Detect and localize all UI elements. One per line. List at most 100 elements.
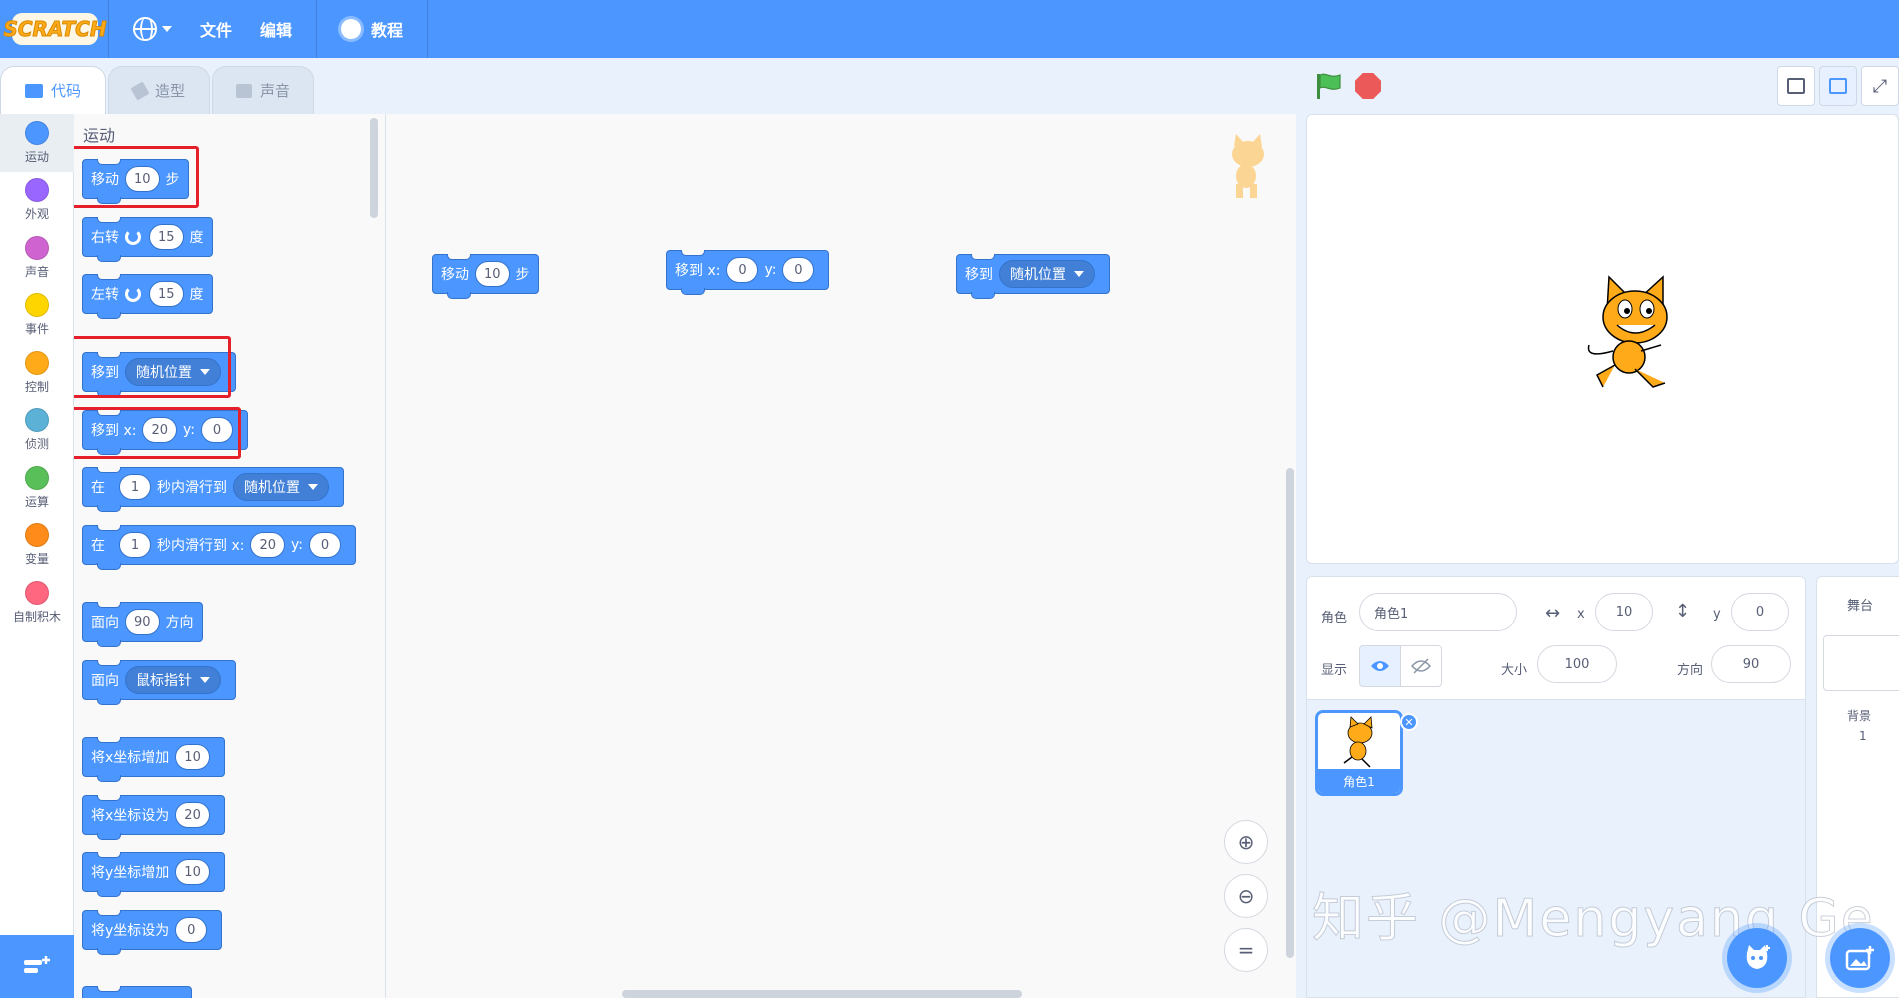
category-looks[interactable]: 外观	[0, 172, 74, 230]
category-sensing[interactable]: 侦测	[0, 402, 74, 460]
block-number-input[interactable]: 15	[149, 281, 184, 307]
tab-sounds[interactable]: 声音	[212, 66, 314, 114]
block-number-input[interactable]: 1	[119, 532, 151, 558]
horizontal-arrows-icon: ↔	[1545, 603, 1561, 624]
block-dropdown[interactable]: 随机位置	[999, 260, 1095, 288]
control-dot-icon	[25, 350, 49, 375]
block-text: 秒内滑行到 x:	[157, 538, 245, 554]
block-number-input[interactable]: 0	[782, 257, 815, 283]
image-add-icon	[1845, 946, 1874, 971]
category-label: 变量	[24, 552, 49, 567]
zoom-reset-button[interactable]: =	[1224, 928, 1268, 972]
small-stage-button[interactable]	[1777, 66, 1815, 106]
block-number-input[interactable]: 10	[175, 744, 210, 770]
block-text: 右转	[91, 230, 119, 246]
choose-sprite-button[interactable]	[1727, 928, 1787, 988]
workspace-block-go-to-xy[interactable]: 移到 x: 0 y: 0	[666, 250, 830, 295]
category-operators[interactable]: 运算	[0, 459, 74, 517]
block-number-input[interactable]: 0	[175, 917, 208, 943]
block-glide-to[interactable]: 在 1 秒内滑行到 随机位置	[82, 467, 344, 512]
menu-bar: SCRATCH 文件 编辑 教程	[0, 0, 1899, 58]
direction-input[interactable]: 90	[1711, 645, 1791, 683]
delete-sprite-button[interactable]: ✕	[1400, 713, 1418, 731]
hide-sprite-button[interactable]	[1400, 645, 1442, 687]
block-number-input[interactable]: 10	[475, 261, 510, 287]
block-set-y[interactable]: 将y坐标设为 0	[82, 910, 223, 955]
category-my-blocks[interactable]: 自制积木	[0, 574, 74, 632]
block-set-x[interactable]: 将x坐标设为 20	[82, 795, 225, 840]
sprite-name-input[interactable]: 角色1	[1359, 593, 1517, 631]
add-extension-button[interactable]	[0, 935, 74, 998]
category-events[interactable]: 事件	[0, 287, 74, 345]
choose-backdrop-button[interactable]	[1830, 928, 1890, 988]
language-menu[interactable]	[119, 0, 186, 58]
normal-stage-button[interactable]	[1819, 66, 1857, 106]
block-dropdown[interactable]: 随机位置	[233, 473, 329, 501]
green-flag-icon[interactable]	[1314, 72, 1342, 100]
category-label: 声音	[24, 264, 49, 279]
block-number-input[interactable]: 1	[119, 474, 151, 500]
block-palette: 运动 移动 10 步 右转 15 度 左转 15 度 移到 随机位置 移到 x:…	[74, 114, 386, 998]
tab-costumes[interactable]: 造型	[108, 66, 210, 114]
block-turn-right[interactable]: 右转 15 度	[82, 217, 213, 262]
show-sprite-button[interactable]	[1359, 645, 1401, 687]
small-stage-icon	[1787, 78, 1805, 94]
block-text: 将y坐标设为	[91, 923, 170, 939]
zoom-out-button[interactable]: ⊖	[1224, 874, 1268, 918]
zoom-reset-icon: =	[1237, 938, 1255, 962]
file-menu[interactable]: 文件	[186, 0, 246, 58]
workspace-block-go-to[interactable]: 移到 随机位置	[956, 254, 1110, 299]
category-label: 运动	[24, 149, 49, 164]
block-text: 移动	[441, 267, 469, 283]
workspace-block-move-steps[interactable]: 移动 10 步	[432, 254, 539, 299]
cat-sprite[interactable]	[1569, 271, 1699, 401]
dropdown-caret-icon	[308, 484, 318, 490]
workspace-vertical-scrollbar[interactable]	[1286, 468, 1294, 958]
block-change-y[interactable]: 将y坐标增加 10	[82, 852, 225, 897]
workspace-horizontal-scrollbar[interactable]	[622, 990, 1022, 998]
stage-canvas[interactable]	[1306, 114, 1899, 564]
stop-icon[interactable]	[1355, 73, 1381, 99]
scratch-logo[interactable]: SCRATCH	[3, 13, 107, 45]
sprite-tile[interactable]: 角色1	[1315, 710, 1403, 796]
block-partial[interactable]	[82, 986, 192, 998]
x-position-input[interactable]: 10	[1595, 593, 1653, 631]
code-icon	[24, 83, 43, 98]
category-variables[interactable]: 变量	[0, 517, 74, 575]
block-text: 面向	[91, 615, 119, 631]
block-number-input[interactable]: 0	[726, 257, 759, 283]
eye-slash-icon	[1411, 658, 1431, 674]
y-position-input[interactable]: 0	[1731, 593, 1789, 631]
block-turn-left[interactable]: 左转 15 度	[82, 274, 213, 319]
category-sound[interactable]: 声音	[0, 229, 74, 287]
zoom-in-button[interactable]: ⊕	[1224, 820, 1268, 864]
edit-menu[interactable]: 编辑	[246, 0, 306, 58]
code-workspace[interactable]: 移动 10 步 移到 x: 0 y: 0 移到 随机位置 ⊕ ⊖ =	[386, 114, 1296, 998]
category-motion[interactable]: 运动	[0, 114, 74, 172]
fullscreen-button[interactable]: ⤢	[1861, 66, 1899, 106]
block-point-in-direction[interactable]: 面向 90 方向	[82, 602, 203, 647]
block-number-input[interactable]: 20	[175, 802, 210, 828]
block-change-x[interactable]: 将x坐标增加 10	[82, 737, 225, 782]
zoom-in-icon: ⊕	[1237, 830, 1255, 854]
block-point-towards[interactable]: 面向 鼠标指针	[82, 660, 236, 705]
tab-code[interactable]: 代码	[0, 66, 106, 114]
category-control[interactable]: 控制	[0, 344, 74, 402]
tab-code-label: 代码	[50, 82, 81, 100]
backdrop-count: 1	[1859, 729, 1867, 743]
size-input[interactable]: 100	[1537, 645, 1617, 683]
dropdown-caret-icon	[1074, 271, 1084, 277]
show-label: 显示	[1321, 663, 1348, 678]
tutorials-menu[interactable]: 教程	[327, 0, 417, 58]
block-dropdown[interactable]: 鼠标指针	[125, 666, 221, 694]
highlight-box	[74, 336, 231, 398]
block-number-input[interactable]: 0	[308, 532, 341, 558]
block-number-input[interactable]: 10	[175, 859, 210, 885]
block-number-input[interactable]: 15	[149, 224, 184, 250]
tab-costumes-label: 造型	[154, 82, 185, 100]
brush-icon	[130, 80, 150, 101]
palette-scrollbar[interactable]	[370, 118, 378, 218]
block-number-input[interactable]: 20	[250, 532, 285, 558]
block-number-input[interactable]: 90	[125, 609, 160, 635]
block-glide-to-xy[interactable]: 在 1 秒内滑行到 x: 20 y: 0	[82, 525, 356, 570]
